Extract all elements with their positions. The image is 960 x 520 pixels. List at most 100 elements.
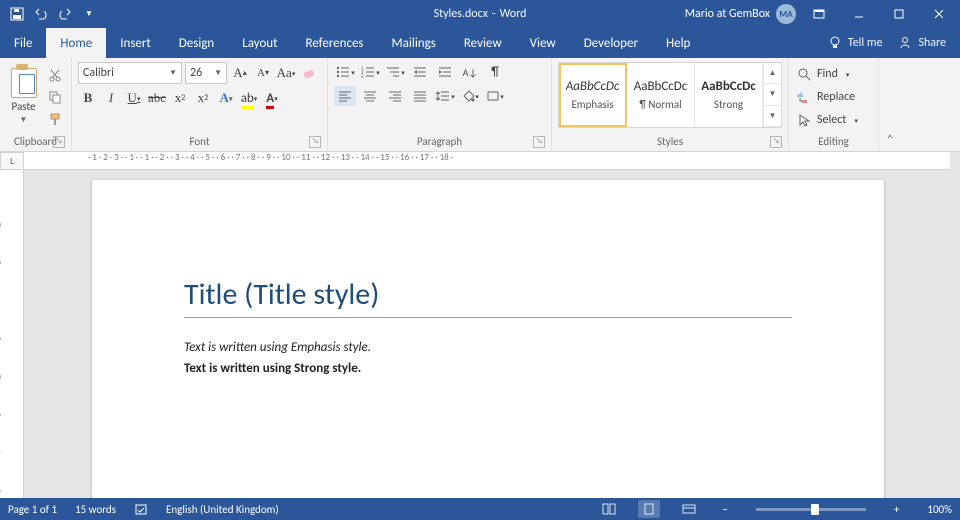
language-indicator[interactable]: English (United Kingdom) [166,503,279,516]
clipboard-dialog-launcher[interactable]: ↘ [53,136,65,148]
styles-gallery-more[interactable]: ▲▼▼ [763,63,781,127]
tab-view[interactable]: View [516,28,570,58]
tab-home[interactable]: Home [46,28,106,58]
style-strong[interactable]: AaBbCcDc Strong [695,63,763,127]
underline-button[interactable]: U ▾ [124,88,144,108]
sort-button[interactable]: A↓ [459,62,481,82]
redo-button[interactable] [54,3,76,25]
change-case-button[interactable]: Aa ▾ [276,63,296,83]
paint-bucket-icon [461,90,475,102]
web-layout-button[interactable] [678,500,700,518]
grow-font-button[interactable]: A▴ [230,63,250,83]
ribbon-display-options-button[interactable] [802,0,836,28]
zoom-slider[interactable] [756,508,866,511]
shrink-font-button[interactable]: A▾ [253,63,273,83]
tab-insert[interactable]: Insert [106,28,165,58]
subscript-button[interactable]: x2 [170,88,190,108]
tab-developer[interactable]: Developer [570,28,652,58]
eraser-icon [301,65,317,81]
avatar[interactable]: MA [776,4,796,24]
tab-file[interactable]: File [0,28,46,58]
zoom-in-button[interactable]: + [890,503,903,516]
title-bar: ▼ Styles.docx - Word Mario at GemBox MA [0,0,960,28]
clear-formatting-button[interactable] [299,63,319,83]
close-button[interactable] [922,0,956,28]
word-count[interactable]: 15 words [75,503,116,516]
style-normal[interactable]: AaBbCcDc ¶ Normal [627,63,695,127]
tab-review[interactable]: Review [450,28,516,58]
save-button[interactable] [6,3,28,25]
tab-help[interactable]: Help [652,28,704,58]
replace-icon: abac [797,90,811,104]
collapse-ribbon-button[interactable]: ˄ [879,58,901,151]
document-heading[interactable]: Title (Title style) [184,276,792,318]
page-indicator[interactable]: Page 1 of 1 [8,503,57,516]
multilevel-list-button[interactable]: ▾ [384,62,406,82]
tab-design[interactable]: Design [165,28,228,58]
tab-mailings[interactable]: Mailings [378,28,450,58]
tell-me-search[interactable]: Tell me [828,36,883,50]
numbering-button[interactable]: 123▾ [359,62,381,82]
qat-customize-button[interactable]: ▼ [78,3,100,25]
increase-indent-button[interactable] [434,62,456,82]
font-size-dropdown[interactable]: 26▼ [185,62,227,84]
copy-button[interactable] [45,88,65,106]
print-layout-button[interactable] [638,500,660,518]
emphasis-paragraph[interactable]: Text is written using Emphasis style. [184,340,792,355]
scissors-icon [48,68,62,82]
share-button[interactable]: Share [898,36,946,50]
read-mode-button[interactable] [598,500,620,518]
font-color-button[interactable]: A ▾ [262,88,282,108]
decrease-indent-button[interactable] [409,62,431,82]
group-styles: AaBbCcDc Emphasis AaBbCcDc ¶ Normal AaBb… [552,58,789,151]
undo-button[interactable] [30,3,52,25]
paste-icon [9,64,39,98]
highlight-button[interactable]: ab ▾ [239,88,259,108]
vertical-ruler[interactable]: 2 1 1 2 3 4 5 6 [0,170,24,498]
format-painter-button[interactable] [45,110,65,128]
strong-paragraph[interactable]: Text is written using Strong style. [184,361,792,376]
cut-button[interactable] [45,66,65,84]
lightbulb-icon [828,36,842,50]
font-family-dropdown[interactable]: Calibri▼ [78,62,182,84]
paste-button[interactable]: Paste ▼ [6,62,41,125]
user-name[interactable]: Mario at GemBox [685,7,770,21]
maximize-button[interactable] [882,0,916,28]
ribbon: Paste ▼ Clipboard↘ Calibri▼ 26▼ A▴ A▾ Aa… [0,58,960,152]
tab-selector[interactable]: L [0,152,24,170]
strikethrough-button[interactable]: abc [147,88,167,108]
style-emphasis[interactable]: AaBbCcDc Emphasis [559,63,627,127]
bullets-button[interactable]: ▾ [334,62,356,82]
zoom-level[interactable]: 100% [927,503,952,516]
find-button[interactable]: Find▾ [795,64,860,84]
minimize-button[interactable] [842,0,876,28]
align-center-button[interactable] [359,86,381,106]
tab-references[interactable]: References [292,28,378,58]
italic-button[interactable]: I [101,88,121,108]
align-right-button[interactable] [384,86,406,106]
paragraph-dialog-launcher[interactable]: ↘ [533,136,545,148]
group-clipboard: Paste ▼ Clipboard↘ [0,58,72,151]
share-icon [898,36,912,50]
ribbon-tabs: File Home Insert Design Layout Reference… [0,28,960,58]
app-name: Word [500,7,527,21]
show-hide-marks-button[interactable]: ¶ [484,62,506,82]
justify-button[interactable] [409,86,431,106]
align-left-button[interactable] [334,86,356,106]
zoom-out-button[interactable]: − [718,503,731,516]
line-spacing-button[interactable]: ▾ [434,86,456,106]
bold-button[interactable]: B [78,88,98,108]
replace-button[interactable]: abacReplace [795,87,860,107]
styles-dialog-launcher[interactable]: ↘ [770,136,782,148]
select-button[interactable]: Select▾ [795,110,860,130]
proofing-button[interactable] [134,502,148,516]
horizontal-ruler[interactable]: · 1 · 2 · 3 · · 1 · · 1 · · 2 · · 3 · · … [24,152,950,170]
font-dialog-launcher[interactable]: ↘ [309,136,321,148]
borders-button[interactable]: ▾ [484,86,506,106]
shading-button[interactable]: ▾ [459,86,481,106]
copy-icon [48,90,62,104]
page[interactable]: Title (Title style) Text is written usin… [92,180,884,498]
tab-layout[interactable]: Layout [228,28,291,58]
text-effects-button[interactable]: A ▾ [216,88,236,108]
superscript-button[interactable]: x2 [193,88,213,108]
